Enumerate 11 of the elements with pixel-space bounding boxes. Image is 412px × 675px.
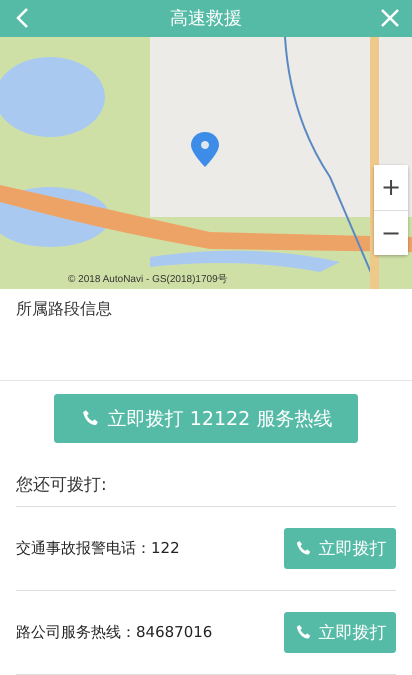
- map-attribution: © 2018 AutoNavi - GS(2018)1709号: [68, 272, 228, 286]
- contact-label: 交通事故报警电话：122: [16, 539, 180, 558]
- zoom-out-button[interactable]: −: [374, 210, 408, 255]
- map-view[interactable]: © 2018 AutoNavi - GS(2018)1709号 + −: [0, 36, 412, 289]
- page-title: 高速救援: [170, 7, 242, 30]
- zoom-in-button[interactable]: +: [374, 164, 408, 210]
- back-icon: [15, 7, 29, 30]
- section-heading: 您还可拨打:: [16, 443, 396, 508]
- contact-label: 路公司服务热线：84687016: [16, 623, 212, 642]
- close-icon: [380, 8, 400, 28]
- section-heading: 所属路段信息: [16, 298, 113, 320]
